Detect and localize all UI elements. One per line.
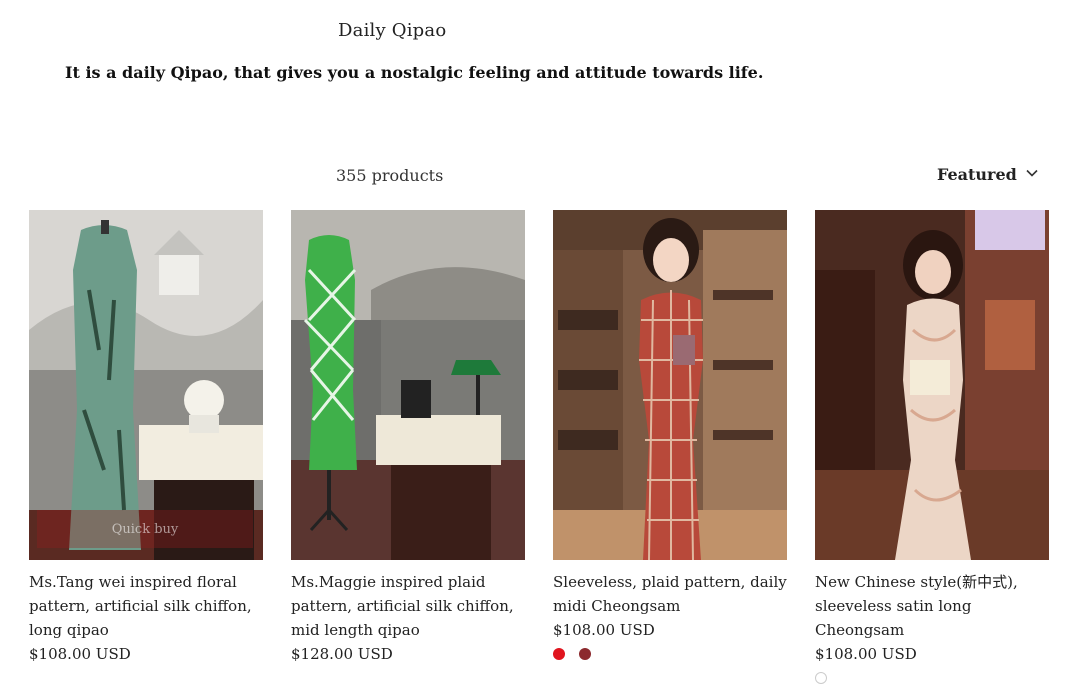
product-image[interactable] [291, 210, 525, 560]
product-card[interactable]: New Chinese style(新中式), sleeveless satin… [815, 210, 1049, 684]
product-card[interactable]: Sleeveless, plaid pattern, daily midi Ch… [553, 210, 787, 660]
product-price: $108.00 USD [29, 645, 131, 663]
color-swatch[interactable] [553, 648, 565, 660]
product-title[interactable]: Sleeveless, plaid pattern, daily midi Ch… [553, 570, 787, 618]
product-title[interactable]: Ms.Maggie inspired plaid pattern, artifi… [291, 570, 525, 642]
product-price: $108.00 USD [815, 645, 917, 663]
product-image[interactable] [553, 210, 787, 560]
product-title[interactable]: New Chinese style(新中式), sleeveless satin… [815, 570, 1049, 642]
product-grid: Quick buy Ms.Tang wei inspired floral pa… [29, 210, 1049, 684]
sort-dropdown[interactable]: Featured [937, 165, 1039, 184]
collection-description: It is a daily Qipao, that gives you a no… [65, 63, 764, 82]
page-title: Daily Qipao [338, 20, 447, 41]
color-swatches [815, 672, 1049, 684]
quick-buy-button[interactable]: Quick buy [37, 510, 253, 548]
chevron-down-icon [1025, 165, 1039, 184]
color-swatches [553, 648, 787, 660]
color-swatch[interactable] [815, 672, 827, 684]
product-image[interactable]: Quick buy [29, 210, 263, 560]
product-count: 355 products [336, 166, 444, 185]
product-title[interactable]: Ms.Tang wei inspired floral pattern, art… [29, 570, 263, 642]
sort-label: Featured [937, 165, 1017, 184]
color-swatch[interactable] [579, 648, 591, 660]
product-price: $108.00 USD [553, 621, 655, 639]
product-card[interactable]: Ms.Maggie inspired plaid pattern, artifi… [291, 210, 525, 666]
product-image[interactable] [815, 210, 1049, 560]
product-card[interactable]: Quick buy Ms.Tang wei inspired floral pa… [29, 210, 263, 666]
product-price: $128.00 USD [291, 645, 393, 663]
